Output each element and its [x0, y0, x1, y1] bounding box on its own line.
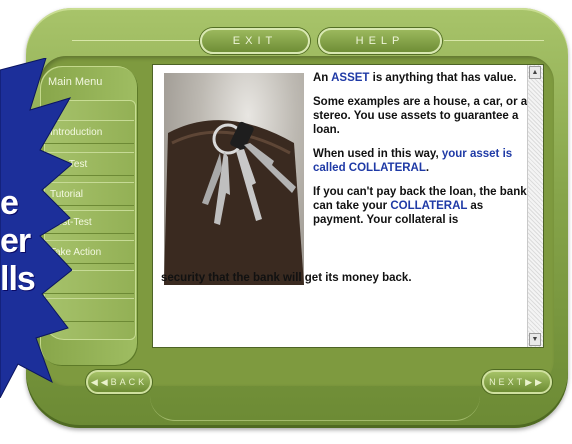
next-label: NEXT	[489, 377, 526, 387]
exit-label: EXIT	[232, 35, 278, 47]
help-button[interactable]: HELP	[318, 28, 442, 54]
text-span: When used in this way,	[313, 148, 442, 160]
help-label: HELP	[355, 35, 405, 47]
exit-button[interactable]: EXIT	[200, 28, 310, 54]
next-chevron-icon: ▶▶	[525, 376, 545, 387]
back-chevron-icon: ◀◀	[90, 376, 111, 387]
back-button[interactable]: ◀◀ BACK	[86, 370, 152, 394]
burst-text-line: e	[0, 184, 19, 222]
paragraph-asset-def: An ASSET is anything that has value.	[313, 71, 533, 85]
text-span: An	[313, 72, 332, 84]
bottom-decor-curve	[150, 396, 480, 421]
text-span: is anything that has value.	[369, 72, 517, 84]
asset-term: ASSET	[331, 72, 370, 84]
burst-text-line: er	[0, 222, 31, 260]
vertical-scrollbar[interactable]: ▲ ▼	[527, 65, 543, 347]
collateral-term: COLLATERAL	[390, 200, 468, 212]
burst-text-line: lls	[0, 260, 36, 298]
paragraph-examples: Some examples are a house, a car, or a s…	[313, 96, 528, 136]
text-span: .	[425, 162, 430, 174]
next-button[interactable]: NEXT ▶▶	[482, 370, 552, 394]
paragraph-collateral: When used in this way, your asset is cal…	[313, 147, 533, 175]
back-label: BACK	[110, 377, 148, 387]
content-text: An ASSET is anything that has value. Som…	[313, 71, 533, 237]
content-pane: An ASSET is anything that has value. Som…	[152, 64, 544, 348]
top-decor-line	[444, 40, 544, 41]
paragraph-payback: If you can't pay back the loan, the bank…	[313, 185, 533, 227]
scroll-up-icon[interactable]: ▲	[529, 66, 541, 79]
scroll-down-icon[interactable]: ▼	[529, 333, 541, 346]
top-decor-line	[72, 40, 200, 41]
keys-wallet-photo	[164, 73, 304, 285]
paragraph-payback-tail: security that the bank will get its mone…	[161, 272, 412, 284]
